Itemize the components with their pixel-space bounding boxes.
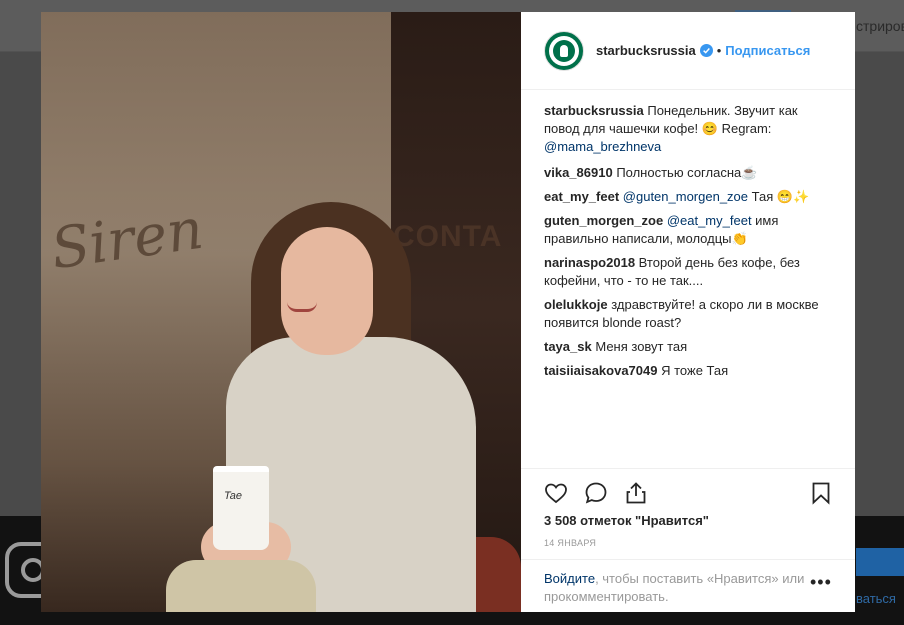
follow-button[interactable]: Подписаться xyxy=(725,43,810,58)
separator-dot: • xyxy=(716,43,722,58)
photo-cup-text: Tae xyxy=(224,490,242,502)
comment-text: Я тоже Тая xyxy=(661,363,729,378)
caption-mention[interactable]: @mama_brezhneva xyxy=(544,139,661,154)
post-username[interactable]: starbucksrussia xyxy=(596,43,696,58)
list-item: olelukkoje здравствуйте! а скоро ли в мо… xyxy=(544,296,834,332)
comment-username[interactable]: narinaspo2018 xyxy=(544,255,635,270)
photo-window-text: CONTA xyxy=(393,220,503,253)
starbucks-logo-icon xyxy=(549,35,579,66)
list-item: taisiiaisakova7049 Я тоже Тая xyxy=(544,362,834,380)
list-item: taya_sk Меня зовут тая xyxy=(544,338,834,356)
background-button xyxy=(856,548,904,576)
comment-icon[interactable] xyxy=(584,481,608,505)
comment-text: Тая 😁✨ xyxy=(748,189,810,204)
photo-knit xyxy=(166,560,316,612)
caption-username[interactable]: starbucksrussia xyxy=(544,103,644,118)
comment-username[interactable]: taya_sk xyxy=(544,339,592,354)
login-link[interactable]: Войдите xyxy=(544,571,595,586)
list-item: narinaspo2018 Второй день без кофе, без … xyxy=(544,254,834,290)
likes-count[interactable]: 3 508 отметок "Нравится" xyxy=(544,513,709,528)
comment-username[interactable]: taisiiaisakova7049 xyxy=(544,363,657,378)
more-options-icon[interactable]: ••• xyxy=(810,572,832,593)
comment-mention[interactable]: @guten_morgen_zoe xyxy=(623,189,748,204)
verified-badge-icon xyxy=(699,44,713,57)
post-modal: Siren CONTA Tae starbucksrussia • Подпис… xyxy=(41,12,855,612)
login-prompt: Войдите, чтобы поставить «Нравится» или … xyxy=(521,559,855,616)
post-date[interactable]: 14 ЯНВАРЯ xyxy=(544,538,596,548)
post-header: starbucksrussia • Подписаться xyxy=(521,12,855,90)
comment-username[interactable]: eat_my_feet xyxy=(544,189,619,204)
heart-icon[interactable] xyxy=(544,481,568,505)
comment-text: Полностью согласна☕ xyxy=(616,165,758,180)
comment-text: Меня зовут тая xyxy=(595,339,688,354)
avatar[interactable] xyxy=(544,30,584,71)
bookmark-icon[interactable] xyxy=(809,481,833,505)
list-item: eat_my_feet @guten_morgen_zoe Тая 😁✨ xyxy=(544,188,834,206)
post-photo[interactable]: Siren CONTA Tae xyxy=(41,12,521,612)
list-item: guten_morgen_zoe @eat_my_feet имя правил… xyxy=(544,212,834,248)
comment-username[interactable]: olelukkoje xyxy=(544,297,608,312)
comments-list: starbucksrussia Понедельник. Звучит как … xyxy=(544,102,834,386)
comment-mention[interactable]: @eat_my_feet xyxy=(667,213,752,228)
action-bar xyxy=(521,468,855,506)
post-sidebar: starbucksrussia • Подписаться starbucksr… xyxy=(521,12,855,612)
comment-username[interactable]: vika_86910 xyxy=(544,165,613,180)
photo-cup xyxy=(213,466,269,550)
list-item: vika_86910 Полностью согласна☕ xyxy=(544,164,834,182)
caption: starbucksrussia Понедельник. Звучит как … xyxy=(544,102,834,156)
share-icon[interactable] xyxy=(624,481,648,505)
background-register-text: стриров xyxy=(856,18,904,34)
photo-face xyxy=(281,227,373,355)
background-link: ваться xyxy=(856,591,896,606)
comment-username[interactable]: guten_morgen_zoe xyxy=(544,213,663,228)
